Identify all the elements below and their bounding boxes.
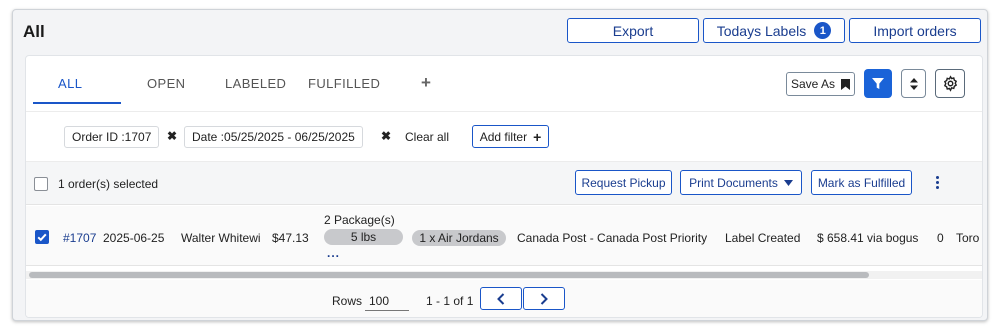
print-documents-button[interactable]: Print Documents [680,170,802,195]
tab-all[interactable]: ALL [58,76,82,91]
pagination-bar: Rows 1 - 1 of 1 [26,280,982,317]
save-as-button[interactable]: Save As [786,72,855,96]
import-orders-label: Import orders [873,22,957,39]
customer-name: Walter Whitewi [181,231,261,245]
chevron-left-icon [497,292,505,305]
caret-down-icon [783,179,793,186]
gear-icon [943,75,957,92]
mark-as-fulfilled-button[interactable]: Mark as Fulfilled [811,170,912,195]
filter-chip-date: Date :05/25/2025 - 06/25/2025 [184,126,363,148]
previous-page-button[interactable] [480,287,522,310]
filter-button[interactable] [864,69,892,98]
filter-chip-label: Date :05/25/2025 - 06/25/2025 [192,130,355,144]
order-total: $47.13 [272,231,309,245]
city-value: Toro [956,231,980,245]
selection-count-text: 1 order(s) selected [58,177,159,191]
bookmark-icon [841,78,851,90]
remove-date-filter-icon[interactable]: ✖ [381,129,391,143]
filter-icon [872,77,884,89]
filter-chip-order-id: Order ID :1707 [64,126,160,148]
request-pickup-label: Request Pickup [581,175,666,190]
export-button-label: Export [612,22,654,39]
mark-as-fulfilled-label: Mark as Fulfilled [817,175,906,190]
horizontal-scrollbar[interactable] [26,271,982,279]
row-checkbox[interactable] [35,230,49,244]
plus-icon: + [533,128,542,145]
count-value: 0 [937,231,944,245]
add-filter-button[interactable]: Add filter + [472,125,549,148]
status-text: Label Created [725,231,801,245]
import-orders-button[interactable]: Import orders [849,18,981,43]
shipping-rate: $ 658.41 via bogus [817,231,919,245]
todays-labels-button[interactable]: Todays Labels 1 [703,18,845,43]
order-date: 2025-06-25 [103,231,165,245]
rows-per-page-input[interactable] [365,291,409,311]
orders-card: ALL OPEN LABELED FULFILLED + Save As Ord… [25,55,983,318]
page-range-text: 1 - 1 of 1 [426,294,474,308]
order-number-link[interactable]: #1707 [63,231,96,245]
tab-open[interactable]: OPEN [147,76,185,91]
package-weight-pill: 5 lbs [324,229,403,245]
status-tabs: ALL OPEN LABELED FULFILLED + Save As [26,56,982,112]
shipping-service: Canada Post - Canada Post Priority [517,231,708,245]
table-row[interactable]: #1707 2025-06-25 Walter Whitewi $47.13 2… [26,206,982,266]
todays-labels-count-badge: 1 [814,22,832,39]
active-tab-indicator [33,102,121,104]
page-title: All [23,22,45,41]
selection-toolbar: 1 order(s) selected Request Pickup Print… [26,161,982,205]
add-filter-label: Add filter [479,129,528,144]
save-as-label: Save As [790,77,836,91]
sort-icon [909,77,918,90]
next-page-button[interactable] [523,287,565,310]
tab-labeled[interactable]: LABELED [225,76,286,91]
todays-labels-label: Todays Labels [716,22,807,39]
filter-chip-label: Order ID :1707 [72,130,152,144]
clear-all-filters-link[interactable]: Clear all [405,130,449,144]
select-all-checkbox[interactable] [34,177,48,191]
more-actions-icon[interactable] [936,176,940,189]
tab-fulfilled[interactable]: FULFILLED [308,76,380,91]
items-pill: 1 x Air Jordans [412,230,506,246]
more-packages-link[interactable]: ... [327,246,340,260]
column-settings-button[interactable] [935,69,965,98]
checkmark-icon [37,233,47,242]
print-documents-label: Print Documents [689,175,778,190]
sort-button[interactable] [901,69,926,98]
add-tab-button[interactable]: + [421,73,431,93]
scrollbar-thumb[interactable] [29,272,869,278]
export-button[interactable]: Export [567,18,699,43]
request-pickup-button[interactable]: Request Pickup [575,170,672,195]
packages-count: 2 Package(s) [324,213,395,227]
chevron-right-icon [540,292,548,305]
orders-panel: All Export Todays Labels 1 Import orders… [12,9,988,321]
rows-label: Rows [332,294,363,308]
remove-order-id-filter-icon[interactable]: ✖ [167,129,177,143]
